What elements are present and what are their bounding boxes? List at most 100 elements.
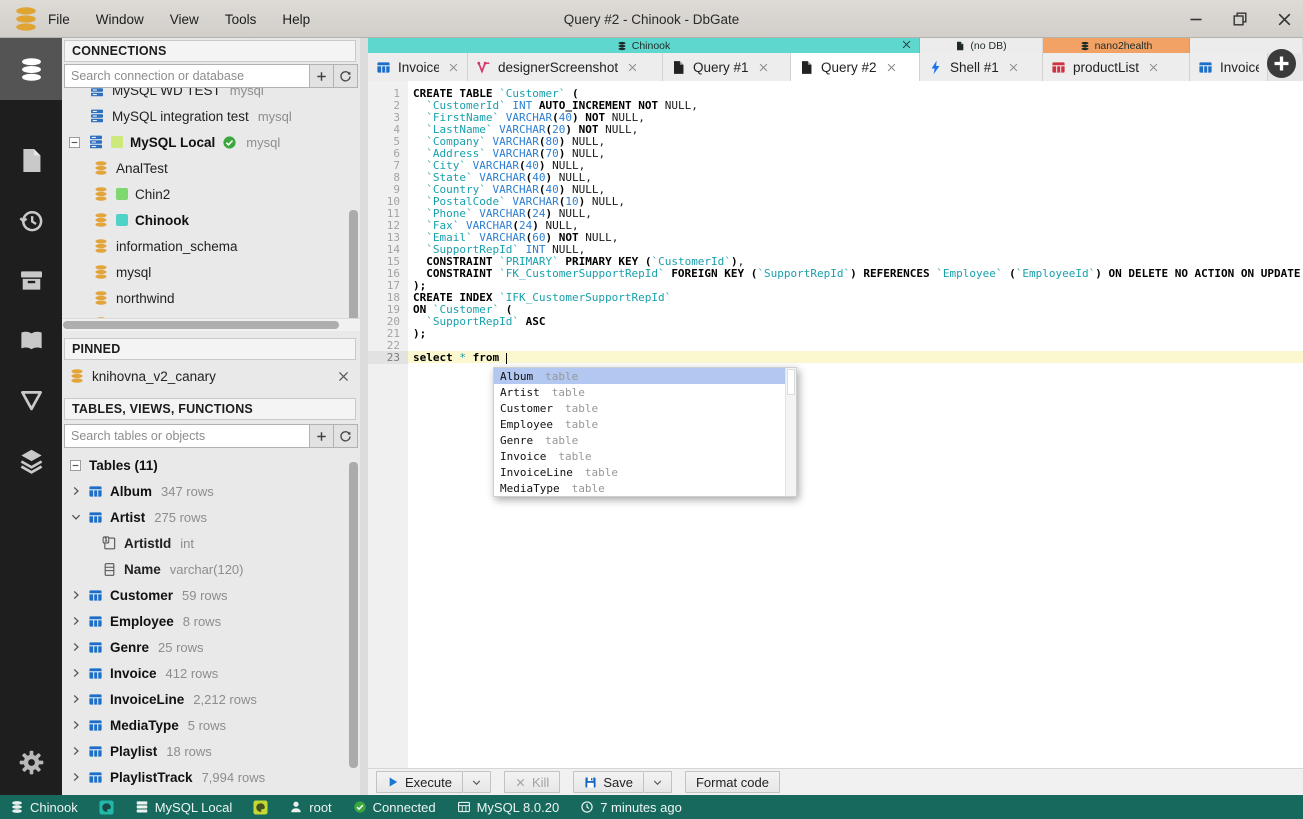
pinned-item-knihovna-v2-canary[interactable]: knihovna_v2_canary xyxy=(62,362,360,390)
connection-item-northwind[interactable]: northwind xyxy=(62,285,360,311)
close-button[interactable] xyxy=(1275,10,1293,28)
connection-item-mysql-local[interactable]: MySQL Local mysql xyxy=(62,129,360,155)
table-item-playlist[interactable]: Playlist 18 rows xyxy=(62,738,360,764)
autocomplete-item-mediatype[interactable]: MediaType table xyxy=(494,480,796,496)
save-dropdown-button[interactable] xyxy=(643,771,672,793)
connection-item-chin2[interactable]: Chin2 xyxy=(62,181,360,207)
status-last-used[interactable]: 7 minutes ago xyxy=(580,800,682,815)
menu-help[interactable]: Help xyxy=(282,12,310,27)
chevron-down-icon[interactable] xyxy=(70,511,82,523)
tab-query-2[interactable]: Query #2 xyxy=(791,53,920,81)
tables-group-row[interactable]: Tables (11) xyxy=(62,452,360,478)
close-tab-button[interactable] xyxy=(1148,62,1159,73)
chevron-right-icon[interactable] xyxy=(70,771,82,783)
connections-search-input[interactable] xyxy=(64,64,310,88)
tables-search-input[interactable] xyxy=(64,424,310,448)
chevron-right-icon[interactable] xyxy=(70,667,82,679)
menu-window[interactable]: Window xyxy=(96,12,144,27)
menu-file[interactable]: File xyxy=(48,12,70,27)
table-item-genre[interactable]: Genre 25 rows xyxy=(62,634,360,660)
status-user[interactable]: root xyxy=(289,800,332,815)
execute-button[interactable]: Execute xyxy=(376,771,463,793)
column-item-artistid[interactable]: 1 ArtistId int xyxy=(62,530,360,556)
table-item-playlisttrack[interactable]: PlaylistTrack 7,994 rows xyxy=(62,764,360,790)
table-item-invoice[interactable]: Invoice 412 rows xyxy=(62,660,360,686)
rail-item-plugins[interactable] xyxy=(0,434,62,486)
connection-item-chinook[interactable]: Chinook xyxy=(62,207,360,233)
close-tab-button[interactable] xyxy=(448,62,459,73)
status-database[interactable]: Chinook xyxy=(10,800,78,815)
format-code-button[interactable]: Format code xyxy=(684,771,780,793)
menu-tools[interactable]: Tools xyxy=(225,12,257,27)
autocomplete-item-album[interactable]: Album table xyxy=(494,368,796,384)
autocomplete-item-customer[interactable]: Customer table xyxy=(494,400,796,416)
chevron-right-icon[interactable] xyxy=(70,589,82,601)
close-tab-button[interactable] xyxy=(1008,62,1019,73)
restore-button[interactable] xyxy=(1231,10,1249,28)
table-item-employee[interactable]: Employee 8 rows xyxy=(62,608,360,634)
chevron-right-icon[interactable] xyxy=(70,693,82,705)
new-tab-button[interactable] xyxy=(1266,48,1297,79)
close-group-button[interactable] xyxy=(901,39,912,50)
rail-item-history[interactable] xyxy=(0,194,62,246)
add-connection-button[interactable] xyxy=(310,64,334,88)
tab-invoice[interactable]: Invoice xyxy=(1190,53,1268,81)
execute-dropdown-button[interactable] xyxy=(462,771,491,793)
rail-item-settings[interactable] xyxy=(0,736,62,788)
collapse-icon[interactable] xyxy=(68,136,81,149)
tables-vertical-scrollbar[interactable] xyxy=(349,462,358,768)
tab-group-no-db[interactable]: (no DB) xyxy=(920,38,1043,53)
panel-splitter[interactable] xyxy=(360,38,368,795)
autocomplete-scrollbar[interactable] xyxy=(785,368,796,496)
connection-color-chip[interactable] xyxy=(253,799,268,815)
autocomplete-item-invoiceline[interactable]: InvoiceLine table xyxy=(494,464,796,480)
autocomplete-item-employee[interactable]: Employee table xyxy=(494,416,796,432)
column-item-name[interactable]: Name varchar(120) xyxy=(62,556,360,582)
close-tab-button[interactable] xyxy=(758,62,769,73)
autocomplete-item-artist[interactable]: Artist table xyxy=(494,384,796,400)
tab-invoice[interactable]: Invoice xyxy=(368,53,468,81)
status-version[interactable]: MySQL 8.0.20 xyxy=(457,800,559,815)
autocomplete-item-genre[interactable]: Genre table xyxy=(494,432,796,448)
table-item-album[interactable]: Album 347 rows xyxy=(62,478,360,504)
tab-group-chinook[interactable]: Chinook xyxy=(368,38,920,53)
rail-item-docs[interactable] xyxy=(0,314,62,366)
tab-group-nano2health[interactable]: nano2health xyxy=(1043,38,1190,53)
chevron-right-icon[interactable] xyxy=(70,485,82,497)
tab-designerscreenshot[interactable]: designerScreenshot xyxy=(468,53,663,81)
connection-item-mysql[interactable]: mysql xyxy=(62,259,360,285)
database-color-chip[interactable] xyxy=(99,799,114,815)
chevron-right-icon[interactable] xyxy=(70,719,82,731)
rail-item-query-designer[interactable] xyxy=(0,374,62,426)
chevron-right-icon[interactable] xyxy=(70,745,82,757)
rail-item-connections[interactable] xyxy=(0,38,62,100)
refresh-connections-button[interactable] xyxy=(334,64,358,88)
collapse-icon[interactable] xyxy=(69,459,82,472)
tab-productlist[interactable]: productList xyxy=(1043,53,1190,81)
connection-item-information-schema[interactable]: information_schema xyxy=(62,233,360,259)
save-button[interactable]: Save xyxy=(573,771,644,793)
table-item-customer[interactable]: Customer 59 rows xyxy=(62,582,360,608)
tab-query-1[interactable]: Query #1 xyxy=(663,53,791,81)
close-tab-button[interactable] xyxy=(886,62,897,73)
connection-item-mysql-integration-test[interactable]: MySQL integration test mysql xyxy=(62,103,360,129)
autocomplete-item-invoice[interactable]: Invoice table xyxy=(494,448,796,464)
add-table-button[interactable] xyxy=(310,424,334,448)
menu-view[interactable]: View xyxy=(170,12,199,27)
connections-vertical-scrollbar[interactable] xyxy=(349,210,358,322)
status-connected[interactable]: Connected xyxy=(353,800,436,815)
rail-item-archive[interactable] xyxy=(0,254,62,306)
unpin-button[interactable] xyxy=(337,370,350,383)
tab-shell-1[interactable]: Shell #1 xyxy=(920,53,1043,81)
rail-item-files[interactable] xyxy=(0,134,62,186)
status-connection[interactable]: MySQL Local xyxy=(135,800,232,815)
table-item-artist[interactable]: Artist 275 rows xyxy=(62,504,360,530)
refresh-tables-button[interactable] xyxy=(334,424,358,448)
minimize-button[interactable] xyxy=(1187,10,1205,28)
chevron-right-icon[interactable] xyxy=(70,641,82,653)
chevron-right-icon[interactable] xyxy=(70,615,82,627)
table-item-invoiceline[interactable]: InvoiceLine 2,212 rows xyxy=(62,686,360,712)
kill-button[interactable]: Kill xyxy=(503,771,561,793)
table-item-mediatype[interactable]: MediaType 5 rows xyxy=(62,712,360,738)
connection-item-analtest[interactable]: AnalTest xyxy=(62,155,360,181)
